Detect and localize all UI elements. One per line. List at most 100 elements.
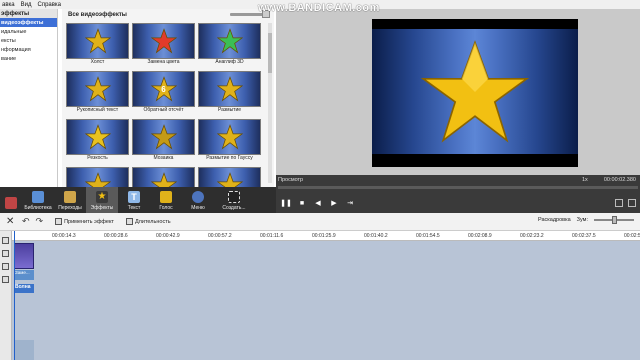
effect-tile[interactable]: Анаглиф 3D <box>198 23 261 67</box>
effect-thumbnail <box>66 71 129 107</box>
pause-icon[interactable]: ❚❚ <box>280 199 292 207</box>
import-icon <box>5 197 17 209</box>
effect-thumbnail <box>198 71 261 107</box>
track-visibility-icon[interactable] <box>2 237 9 244</box>
ruler-tick-label: 00:01:54.5 <box>416 233 440 239</box>
effect-tile[interactable]: Замена цвета <box>132 23 195 67</box>
ruler-tick-label: 00:02:23.2 <box>520 233 544 239</box>
music-clip[interactable] <box>14 340 34 360</box>
menu-help[interactable]: Справка <box>37 2 61 8</box>
toolbar-button-transitions[interactable]: Переходы <box>54 187 86 213</box>
zoom-slider[interactable] <box>594 216 634 224</box>
effect-tile[interactable]: Рукописный текст <box>66 71 129 115</box>
effect-tile[interactable]: Размытие <box>198 71 261 115</box>
duration-icon <box>125 218 133 225</box>
text-icon: T <box>128 191 140 203</box>
effects-star-icon: ★ <box>96 191 108 203</box>
playback-scrubber[interactable] <box>278 186 638 189</box>
effect-thumbnail <box>198 119 261 155</box>
ruler-tick-label: 00:01:25.9 <box>312 233 336 239</box>
playhead[interactable] <box>14 231 15 360</box>
microphone-icon <box>160 191 172 203</box>
star-icon <box>216 124 243 150</box>
transitions-icon <box>64 191 76 203</box>
next-frame-icon[interactable]: ▶ <box>330 199 338 207</box>
dvd-menu-icon <box>192 191 204 203</box>
category-item-all[interactable]: видеоэффекты <box>0 18 57 27</box>
to-end-icon[interactable]: ⇥ <box>346 199 354 207</box>
apply-effect-button[interactable]: Применить эффект <box>55 218 114 225</box>
delete-icon[interactable]: ✕ <box>6 216 16 227</box>
effect-label: Размытие <box>217 107 242 113</box>
ruler-tick-label: 00:00:42.9 <box>156 233 180 239</box>
effect-clip[interactable]: Волна <box>14 284 34 293</box>
ruler-tick-label: 00:01:40.2 <box>364 233 388 239</box>
toolbar-button-create[interactable]: Создать... <box>214 187 254 213</box>
undo-icon[interactable]: ↶ <box>22 216 30 227</box>
ruler-tick-label: 00:02:37.5 <box>572 233 596 239</box>
effect-tile[interactable]: Размытие по Гауссу <box>198 119 261 163</box>
duration-label: Длительность <box>134 218 171 225</box>
star-icon <box>216 28 243 54</box>
track-audio-icon[interactable] <box>2 263 9 270</box>
toolbar-button-menu[interactable]: Меню <box>182 187 214 213</box>
menu-edit[interactable]: авка <box>2 2 15 8</box>
track-lock-icon[interactable] <box>2 250 9 257</box>
playback-speed[interactable]: 1x <box>582 177 588 183</box>
effect-label: Холст <box>90 59 105 65</box>
effect-label: Анаглиф 3D <box>215 59 244 65</box>
create-label: Создать... <box>222 205 246 211</box>
star-preview-image <box>420 39 530 143</box>
toolbar-button-text[interactable]: T Текст <box>118 187 150 213</box>
fullscreen-icon[interactable] <box>628 199 636 207</box>
apply-effect-icon <box>55 218 63 225</box>
toolbar-button-voice[interactable]: Голос <box>150 187 182 213</box>
category-item-4[interactable]: нформация <box>0 45 57 54</box>
toolbar-button-import[interactable] <box>0 187 22 213</box>
apply-effect-label: Применить эффект <box>64 218 114 225</box>
category-item-3[interactable]: ексты <box>0 36 57 45</box>
toolbar-button-library[interactable]: Библиотека <box>22 187 54 213</box>
prev-frame-icon[interactable]: ◀ <box>314 199 322 207</box>
text-label: Текст <box>127 205 141 211</box>
track-text-icon[interactable] <box>2 276 9 283</box>
effect-label: Рукописный текст <box>76 107 119 113</box>
effect-tile[interactable]: Холст <box>66 23 129 67</box>
bandicam-watermark: www.BANDICAM.com <box>258 2 380 14</box>
redo-icon[interactable]: ↷ <box>36 216 44 227</box>
effect-label: Замена цвета <box>147 59 180 65</box>
ruler-tick-label: 00:01:11.6 <box>260 233 284 239</box>
stop-icon[interactable]: ■ <box>298 199 306 207</box>
library-icon <box>32 191 44 203</box>
duration-button[interactable]: Длительность <box>125 218 171 225</box>
effect-tile[interactable]: Резкость <box>66 119 129 163</box>
effect-thumbnail <box>198 23 261 59</box>
effect-tile[interactable]: Мозаика <box>132 119 195 163</box>
audio-clip[interactable]: Заме... <box>14 270 34 280</box>
effect-label: Мозаика <box>153 155 174 161</box>
time-display: 00:00:02.380 <box>603 177 636 183</box>
category-item-5[interactable]: вание <box>0 54 57 63</box>
menu-view[interactable]: Вид <box>21 2 32 8</box>
tile-overlay-text: 6 <box>161 84 166 94</box>
preview-panel <box>276 9 640 187</box>
toolbar-button-effects[interactable]: ★ Эффекты <box>86 187 118 213</box>
library-label: Библиотека <box>24 205 52 211</box>
ruler-tick-label: 00:00:28.6 <box>104 233 128 239</box>
timeline-area[interactable] <box>12 241 640 360</box>
storyboard-toggle[interactable]: Раскадровка <box>538 217 571 223</box>
video-clip[interactable] <box>14 243 34 269</box>
effect-label: Резкость <box>87 155 108 161</box>
voice-label: Голос <box>159 205 173 211</box>
effects-gallery: Все видеоэффекты Холст Замена цвета Анагли… <box>62 9 274 203</box>
effect-tile[interactable]: 6 Обратный отсчёт <box>132 71 195 115</box>
player-bar: Просмотр 1x 00:00:02.380 ❚❚ ■ ◀ ▶ ⇥ <box>276 175 640 213</box>
timeline-ruler[interactable]: 00:00:14.3 00:00:28.6 00:00:42.9 00:00:57.2… <box>12 231 640 241</box>
star-icon <box>84 76 111 102</box>
snapshot-icon[interactable] <box>615 199 623 207</box>
gallery-scrollbar[interactable] <box>268 23 272 183</box>
timeline-track-controls <box>0 231 12 360</box>
category-item-2[interactable]: идальные <box>0 27 57 36</box>
effect-thumbnail <box>66 23 129 59</box>
ruler-tick-label: 00:02:5 <box>624 233 640 239</box>
